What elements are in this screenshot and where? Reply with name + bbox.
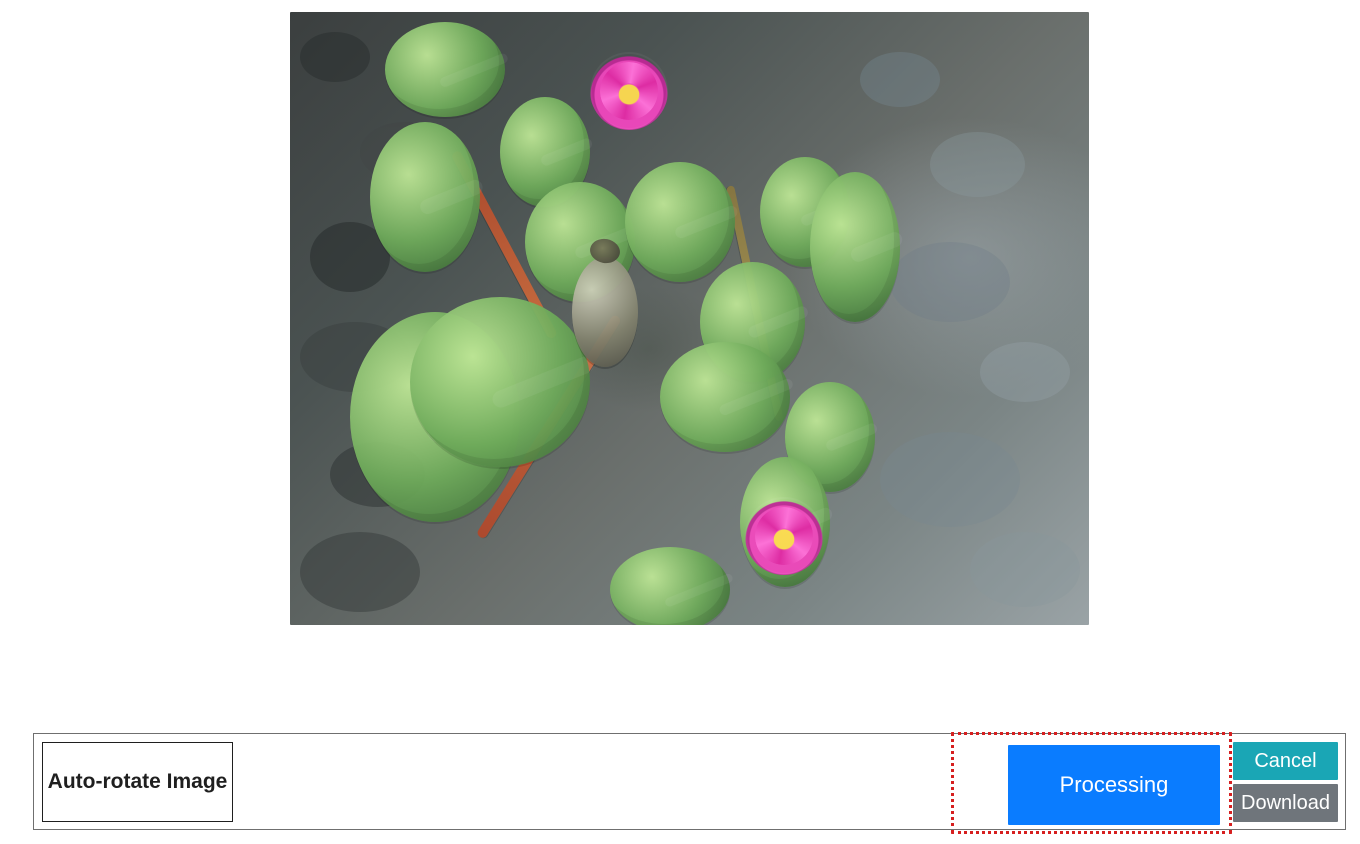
- lily-pad: [660, 342, 790, 452]
- image-preview: [290, 12, 1089, 625]
- pebble: [860, 52, 940, 107]
- processing-focus-outline: Processing: [951, 732, 1232, 834]
- pebble: [930, 132, 1025, 197]
- cancel-button[interactable]: Cancel: [1233, 742, 1338, 780]
- auto-rotate-image-button[interactable]: Auto-rotate Image: [42, 742, 233, 822]
- turtle: [572, 257, 638, 367]
- lily-pad: [410, 297, 590, 467]
- processing-button[interactable]: Processing: [1008, 745, 1220, 825]
- pebble: [890, 242, 1010, 322]
- water-lily-flower: [745, 497, 823, 575]
- pebble: [880, 432, 1020, 527]
- bottom-toolbar: Auto-rotate Image Processing Cancel Down…: [33, 732, 1346, 834]
- lily-pad: [810, 172, 900, 322]
- pebble: [970, 532, 1080, 607]
- page: Auto-rotate Image Processing Cancel Down…: [0, 0, 1360, 844]
- pebble: [980, 342, 1070, 402]
- pebble: [300, 532, 420, 612]
- lily-pad: [625, 162, 735, 282]
- lily-pad: [385, 22, 505, 117]
- water-lily-flower: [590, 52, 668, 130]
- lily-pad: [370, 122, 480, 272]
- download-button[interactable]: Download: [1233, 784, 1338, 822]
- pebble: [300, 32, 370, 82]
- lily-pad: [610, 547, 730, 625]
